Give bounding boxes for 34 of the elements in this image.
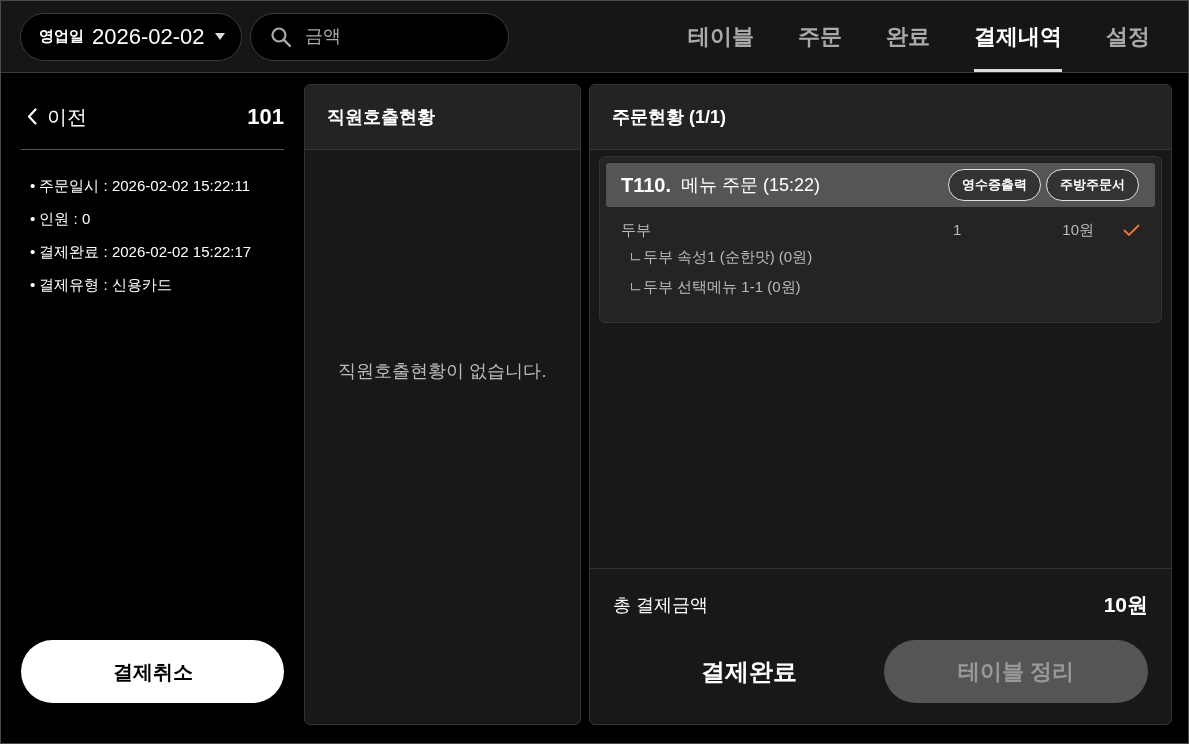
order-title: 메뉴 주문 (15:22) — [681, 173, 821, 197]
item-option: ㄴ두부 선택메뉴 1-1 (0원) — [628, 272, 801, 302]
print-button[interactable]: 주방주문서 — [1046, 169, 1139, 201]
date-value: 2026-02-02 — [92, 23, 205, 51]
table-number: 101 — [247, 103, 284, 131]
total-label: 총 결제금액 — [613, 593, 708, 617]
item-price: 10원 — [1061, 219, 1094, 240]
cancel-payment-button[interactable]: 결제취소 — [21, 640, 284, 703]
nav-tab[interactable]: 결제내역 — [974, 1, 1062, 72]
total-amount: 10원 — [1103, 592, 1148, 619]
print-button[interactable]: 영수증출력 — [948, 169, 1041, 201]
info-line: • 주문일시 : 2026-02-02 15:22:11 — [30, 176, 251, 196]
date-label: 영업일 — [39, 26, 84, 47]
caret-icon — [214, 33, 225, 40]
panel-title: 주문현황 (1/1) — [612, 105, 726, 129]
chevron-left-icon — [27, 108, 37, 125]
item-quantity: 1 — [953, 219, 963, 240]
nav-tab[interactable]: 테이블 — [688, 1, 754, 72]
search-icon — [271, 26, 291, 47]
empty-message: 직원호출현황이 없습니다. — [338, 360, 547, 383]
nav-tab[interactable]: 설정 — [1106, 1, 1150, 72]
nav-tab[interactable]: 주문 — [798, 1, 842, 72]
info-line: • 인원 : 0 — [30, 209, 91, 229]
item-name: 두부 — [621, 219, 652, 240]
back-button[interactable]: 이전 — [21, 101, 87, 132]
info-line: • 결제완료 : 2026-02-02 15:22:17 — [30, 242, 252, 262]
search-field[interactable]: 금액 — [250, 12, 509, 61]
table-code: T110. — [621, 173, 672, 198]
complete-payment-button[interactable]: 결제완료 — [613, 640, 884, 703]
item-option: ㄴ두부 속성1 (순한맛) (0원) — [628, 242, 813, 272]
business-date-selector[interactable]: 영업일 2026-02-02 — [20, 12, 242, 61]
nav-tab[interactable]: 완료 — [886, 1, 930, 72]
info-line: • 결제유형 : 신용카드 — [30, 275, 172, 295]
panel-title: 직원호출현황 — [327, 105, 435, 129]
